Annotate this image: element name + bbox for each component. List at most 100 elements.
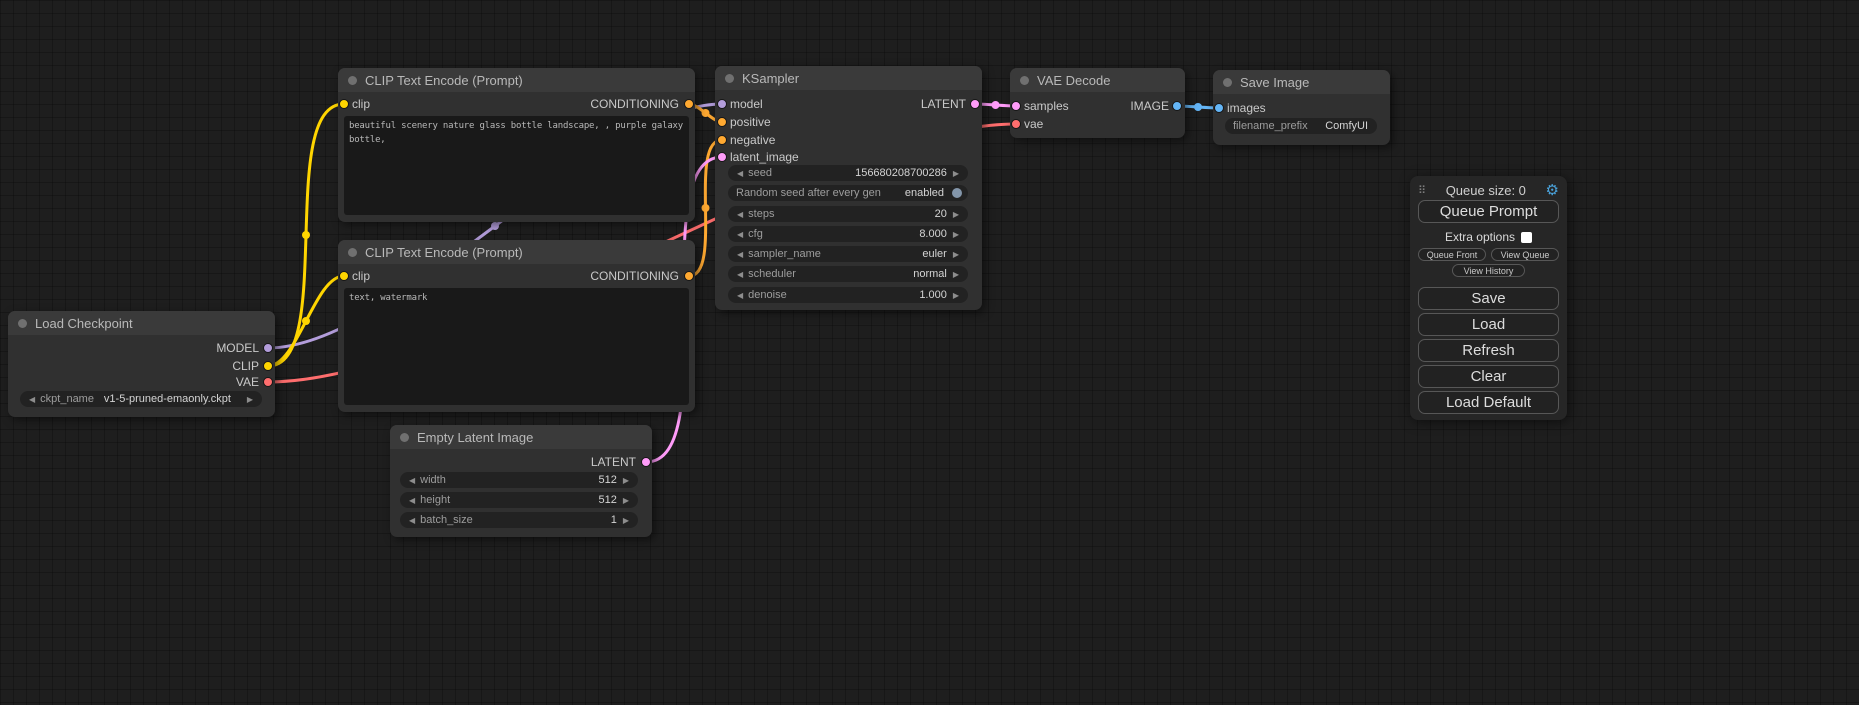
widget-cfg[interactable]: ◀ cfg 8.000 ▶ xyxy=(728,226,968,242)
widget-name: Random seed after every gen xyxy=(734,187,905,199)
increment-arrow-icon[interactable]: ▶ xyxy=(620,516,632,525)
link-midpoint-dot xyxy=(491,222,499,230)
node-save-image[interactable]: Save Image images filename_prefix ComfyU… xyxy=(1213,70,1390,145)
port-latent-output[interactable] xyxy=(641,457,651,467)
widget-name: steps xyxy=(746,208,934,220)
port-vae-output[interactable] xyxy=(263,377,273,387)
port-model-output[interactable] xyxy=(263,343,273,353)
decrement-arrow-icon[interactable]: ◀ xyxy=(734,270,746,279)
widget-ckpt-name[interactable]: ◀ ckpt_name v1-5-pruned-emaonly.ckpt ▶ xyxy=(20,391,262,407)
graph-canvas[interactable]: Load Checkpoint MODEL CLIP VAE ◀ ckpt_na… xyxy=(0,0,1859,705)
widget-value: 20 xyxy=(935,208,950,220)
widget-name: filename_prefix xyxy=(1231,120,1325,132)
port-clip-input[interactable] xyxy=(339,99,349,109)
port-latent-image-input[interactable] xyxy=(717,152,727,162)
node-titlebar[interactable]: Save Image xyxy=(1213,70,1390,94)
node-titlebar[interactable]: Empty Latent Image xyxy=(390,425,652,449)
decrement-arrow-icon[interactable]: ◀ xyxy=(406,496,418,505)
increment-arrow-icon[interactable]: ▶ xyxy=(950,210,962,219)
view-history-button[interactable]: View History xyxy=(1452,264,1525,277)
slot-label-latent-out: LATENT xyxy=(921,96,966,112)
extra-options-checkbox[interactable] xyxy=(1521,232,1532,243)
widget-value: 512 xyxy=(598,494,619,506)
node-vae-decode[interactable]: VAE Decode samples vae IMAGE xyxy=(1010,68,1185,138)
decrement-arrow-icon[interactable]: ◀ xyxy=(406,476,418,485)
node-titlebar[interactable]: CLIP Text Encode (Prompt) xyxy=(338,240,695,264)
collapse-dot-icon[interactable] xyxy=(1223,78,1232,87)
drag-handle-icon[interactable]: ⠿ xyxy=(1418,184,1426,197)
node-clip-text-encode-positive[interactable]: CLIP Text Encode (Prompt) clip CONDITION… xyxy=(338,68,695,222)
widget-name: height xyxy=(418,494,598,506)
widget-steps[interactable]: ◀ steps 20 ▶ xyxy=(728,206,968,222)
port-negative-input[interactable] xyxy=(717,135,727,145)
widget-random-seed-toggle[interactable]: Random seed after every gen enabled xyxy=(728,185,968,201)
increment-arrow-icon[interactable]: ▶ xyxy=(244,395,256,404)
collapse-dot-icon[interactable] xyxy=(725,74,734,83)
port-clip-input[interactable] xyxy=(339,271,349,281)
widget-denoise[interactable]: ◀ denoise 1.000 ▶ xyxy=(728,287,968,303)
port-model-input[interactable] xyxy=(717,99,727,109)
node-clip-text-encode-negative[interactable]: CLIP Text Encode (Prompt) clip CONDITION… xyxy=(338,240,695,412)
decrement-arrow-icon[interactable]: ◀ xyxy=(734,250,746,259)
node-empty-latent-image[interactable]: Empty Latent Image LATENT ◀ width 512 ▶ … xyxy=(390,425,652,537)
node-ksampler[interactable]: KSampler model positive negative latent_… xyxy=(715,66,982,310)
port-images-input[interactable] xyxy=(1214,103,1224,113)
slot-label-conditioning: CONDITIONING xyxy=(590,268,679,284)
load-button[interactable]: Load xyxy=(1418,313,1559,336)
queue-prompt-button[interactable]: Queue Prompt xyxy=(1418,200,1559,223)
clear-button[interactable]: Clear xyxy=(1418,365,1559,388)
widget-width[interactable]: ◀ width 512 ▶ xyxy=(400,472,638,488)
decrement-arrow-icon[interactable]: ◀ xyxy=(26,395,38,404)
slot-label-clip: clip xyxy=(352,96,370,112)
load-default-button[interactable]: Load Default xyxy=(1418,391,1559,414)
increment-arrow-icon[interactable]: ▶ xyxy=(620,496,632,505)
decrement-arrow-icon[interactable]: ◀ xyxy=(734,291,746,300)
node-load-checkpoint[interactable]: Load Checkpoint MODEL CLIP VAE ◀ ckpt_na… xyxy=(8,311,275,417)
widget-seed[interactable]: ◀ seed 156680208700286 ▶ xyxy=(728,165,968,181)
save-button[interactable]: Save xyxy=(1418,287,1559,310)
node-titlebar[interactable]: Load Checkpoint xyxy=(8,311,275,335)
collapse-dot-icon[interactable] xyxy=(348,76,357,85)
widget-sampler-name[interactable]: ◀ sampler_name euler ▶ xyxy=(728,246,968,262)
queue-front-button[interactable]: Queue Front xyxy=(1418,248,1486,261)
collapse-dot-icon[interactable] xyxy=(400,433,409,442)
port-conditioning-output[interactable] xyxy=(684,99,694,109)
toggle-knob-icon[interactable] xyxy=(952,188,962,198)
settings-gear-icon[interactable]: ⚙ xyxy=(1546,183,1559,198)
widget-value: normal xyxy=(913,268,950,280)
node-titlebar[interactable]: CLIP Text Encode (Prompt) xyxy=(338,68,695,92)
increment-arrow-icon[interactable]: ▶ xyxy=(950,291,962,300)
decrement-arrow-icon[interactable]: ◀ xyxy=(734,210,746,219)
increment-arrow-icon[interactable]: ▶ xyxy=(950,230,962,239)
port-conditioning-output[interactable] xyxy=(684,271,694,281)
decrement-arrow-icon[interactable]: ◀ xyxy=(734,230,746,239)
positive-prompt-textarea[interactable]: beautiful scenery nature glass bottle la… xyxy=(344,116,689,215)
collapse-dot-icon[interactable] xyxy=(348,248,357,257)
decrement-arrow-icon[interactable]: ◀ xyxy=(406,516,418,525)
view-queue-button[interactable]: View Queue xyxy=(1491,248,1559,261)
slot-label-vae: vae xyxy=(1024,116,1043,132)
refresh-button[interactable]: Refresh xyxy=(1418,339,1559,362)
collapse-dot-icon[interactable] xyxy=(18,319,27,328)
increment-arrow-icon[interactable]: ▶ xyxy=(950,169,962,178)
widget-name: seed xyxy=(746,167,855,179)
node-titlebar[interactable]: VAE Decode xyxy=(1010,68,1185,92)
port-vae-input[interactable] xyxy=(1011,119,1021,129)
port-samples-input[interactable] xyxy=(1011,101,1021,111)
increment-arrow-icon[interactable]: ▶ xyxy=(950,250,962,259)
increment-arrow-icon[interactable]: ▶ xyxy=(950,270,962,279)
port-image-output[interactable] xyxy=(1172,101,1182,111)
widget-scheduler[interactable]: ◀ scheduler normal ▶ xyxy=(728,266,968,282)
widget-filename-prefix[interactable]: filename_prefix ComfyUI xyxy=(1225,118,1377,134)
port-latent-output[interactable] xyxy=(970,99,980,109)
widget-height[interactable]: ◀ height 512 ▶ xyxy=(400,492,638,508)
collapse-dot-icon[interactable] xyxy=(1020,76,1029,85)
decrement-arrow-icon[interactable]: ◀ xyxy=(734,169,746,178)
link-midpoint-dot xyxy=(302,231,310,239)
port-clip-output[interactable] xyxy=(263,361,273,371)
node-titlebar[interactable]: KSampler xyxy=(715,66,982,90)
negative-prompt-textarea[interactable]: text, watermark xyxy=(344,288,689,405)
port-positive-input[interactable] xyxy=(717,117,727,127)
increment-arrow-icon[interactable]: ▶ xyxy=(620,476,632,485)
widget-batch-size[interactable]: ◀ batch_size 1 ▶ xyxy=(400,512,638,528)
